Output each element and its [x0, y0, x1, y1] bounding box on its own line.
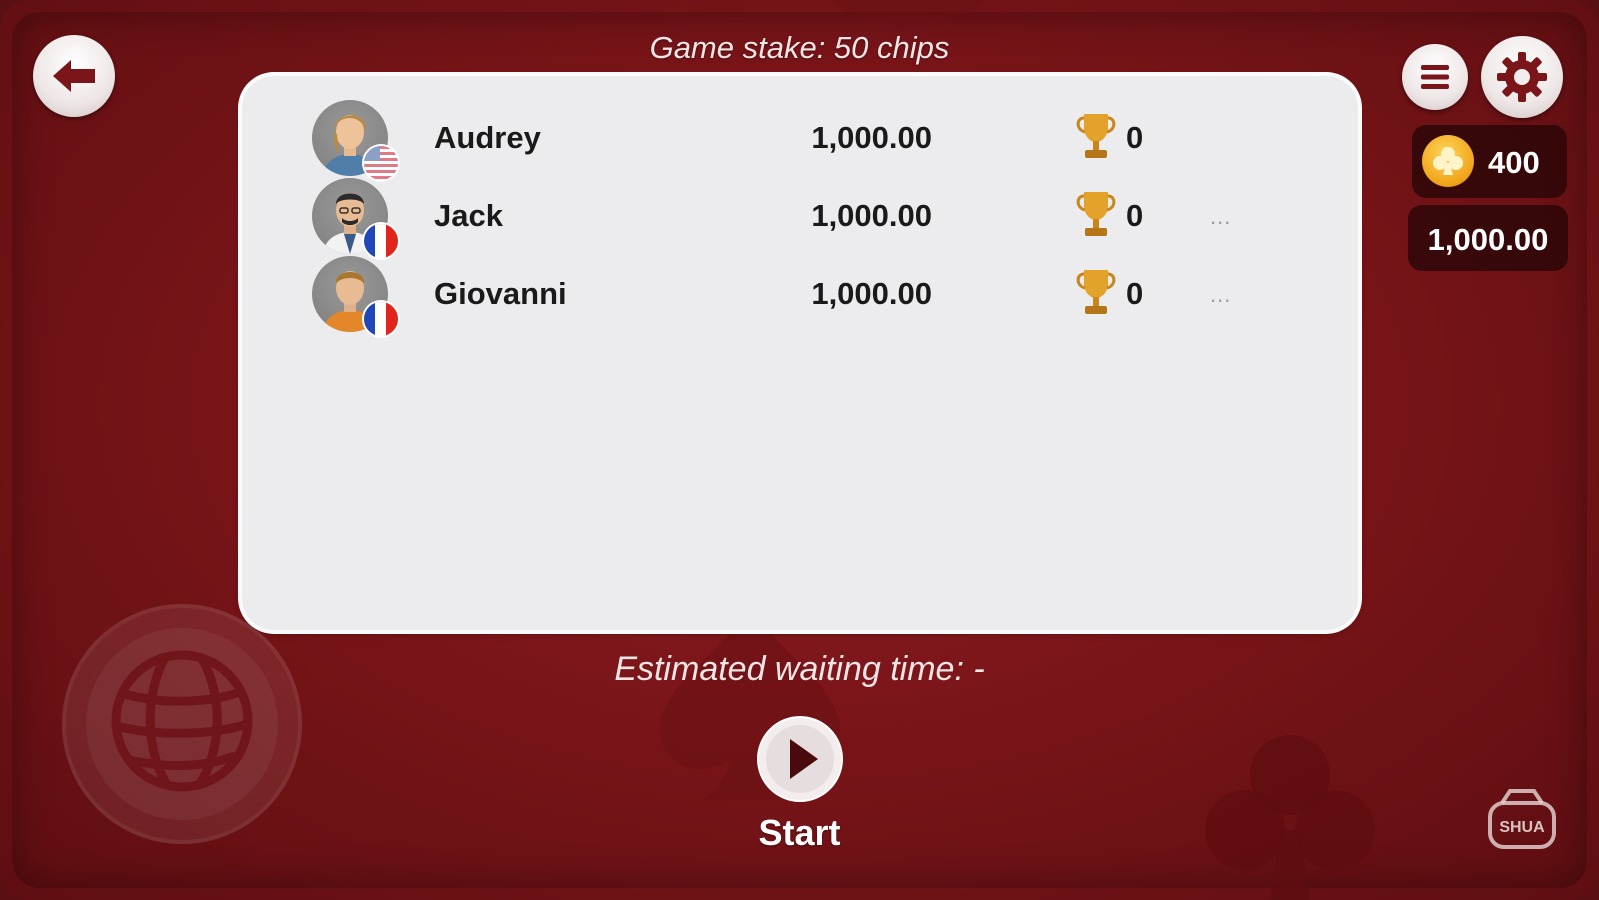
- balance-counter: 1,000.00: [1408, 205, 1568, 271]
- player-name: Audrey: [434, 120, 541, 155]
- chips-counter[interactable]: 400: [1412, 125, 1567, 198]
- shop-badge-text: SHUA: [1499, 819, 1545, 836]
- player-more-indicator[interactable]: ...: [1210, 204, 1231, 230]
- shop-icon[interactable]: SHUA: [1484, 785, 1560, 855]
- trophy-icon: [1076, 192, 1116, 236]
- chips-value: 400: [1488, 145, 1540, 180]
- game-lobby-screen: Game stake: 50 chips 400 1,000.00 Audrey…: [0, 0, 1599, 900]
- club-coin-icon: [1422, 135, 1474, 187]
- player-row[interactable]: Jack 1,000.00 0 ...: [242, 178, 1358, 258]
- game-stake-label: Game stake: 50 chips: [649, 30, 950, 65]
- player-name: Jack: [434, 198, 503, 233]
- gear-icon: [1497, 52, 1547, 102]
- back-button[interactable]: [33, 35, 115, 117]
- trophy-icon: [1076, 270, 1116, 314]
- player-balance: 1,000.00: [811, 198, 932, 233]
- france-flag-icon: [364, 224, 398, 258]
- top-suit-decoration: [833, 0, 987, 25]
- trophy-icon: [1076, 114, 1116, 158]
- trophy-count: 0: [1126, 198, 1144, 233]
- start-label[interactable]: Start: [0, 812, 1599, 854]
- player-row[interactable]: Giovanni 1,000.00 0 ...: [242, 256, 1358, 336]
- player-name: Giovanni: [434, 276, 567, 311]
- back-arrow-icon: [53, 60, 95, 92]
- settings-button[interactable]: [1481, 36, 1563, 118]
- us-flag-icon: [364, 146, 398, 180]
- trophy-count: 0: [1126, 276, 1144, 311]
- france-flag-icon: [364, 302, 398, 336]
- start-button[interactable]: [756, 715, 844, 803]
- player-balance: 1,000.00: [811, 120, 932, 155]
- menu-button[interactable]: [1402, 44, 1468, 110]
- player-more-indicator[interactable]: ...: [1210, 282, 1231, 308]
- balance-value: 1,000.00: [1427, 222, 1549, 257]
- trophy-count: 0: [1126, 120, 1144, 155]
- menu-icon: [1421, 65, 1449, 89]
- estimated-wait-label: Estimated waiting time: -: [614, 650, 985, 688]
- player-balance: 1,000.00: [811, 276, 932, 311]
- players-panel: Audrey 1,000.00 0 Jack 1,000.00 0 ... Gi…: [242, 76, 1358, 630]
- player-row[interactable]: Audrey 1,000.00 0: [242, 100, 1358, 180]
